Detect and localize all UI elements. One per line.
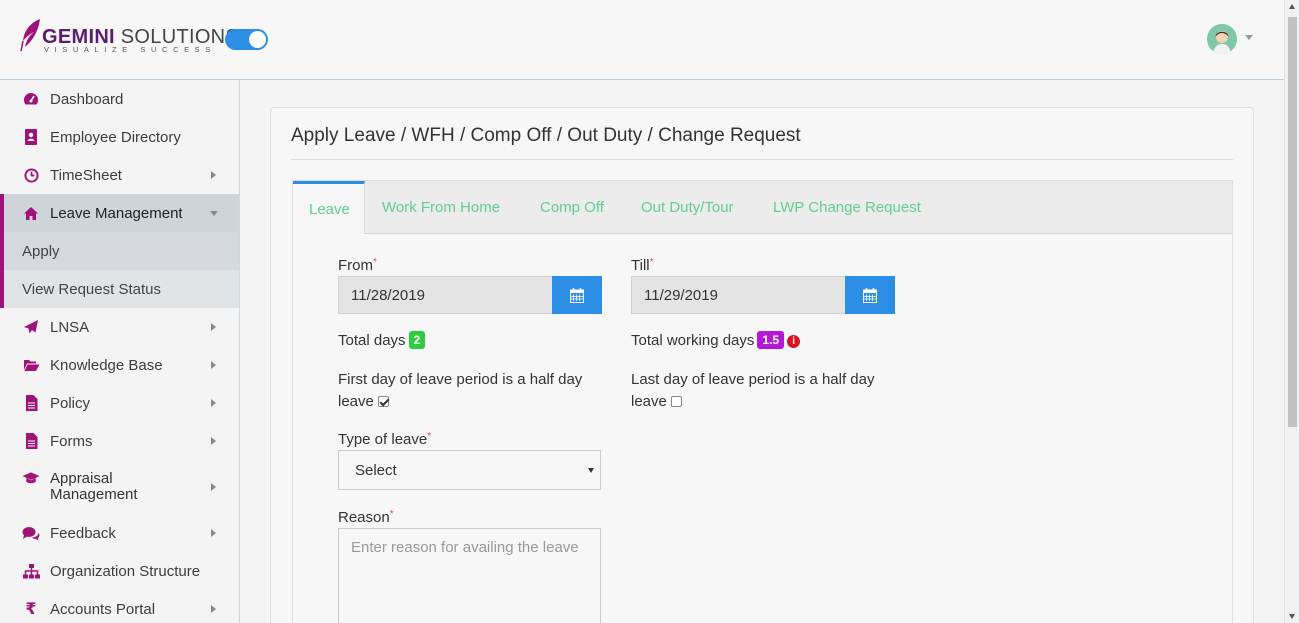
first-day-half-day-checkbox[interactable]	[377, 396, 389, 407]
dropdown-arrow-icon	[588, 468, 594, 473]
from-date-input[interactable]: 11/28/2019	[338, 276, 553, 314]
dashboard-icon	[22, 90, 40, 108]
type-of-leave-label: Type of leave*	[338, 431, 432, 448]
chevron-right-icon	[211, 361, 216, 369]
tab-lwp-change-request[interactable]: LWP Change Request	[757, 181, 937, 234]
sidebar-nav: Dashboard Employee Directory TimeSheet L…	[0, 80, 240, 623]
total-days-badge: 2	[408, 331, 426, 349]
reason-textarea[interactable]: Enter reason for availing the leave	[338, 528, 601, 623]
top-header: GEMINI SOLUTIONS VISUALIZE SUCCESS	[0, 0, 1284, 80]
chevron-right-icon	[211, 529, 216, 537]
paper-plane-icon	[22, 318, 40, 336]
total-working-days: Total working days 1.5 i	[631, 331, 801, 349]
sidebar-item-label: Knowledge Base	[50, 356, 163, 374]
sidebar-item-employee-directory[interactable]: Employee Directory	[0, 118, 239, 156]
sidebar-item-organization-structure[interactable]: Organization Structure	[0, 552, 239, 590]
total-days: Total days 2	[338, 331, 426, 349]
address-book-icon	[22, 128, 40, 146]
request-type-tabs: Leave Work From Home Comp Off Out Duty/T…	[292, 180, 1233, 235]
sidebar-item-label: Feedback	[50, 524, 116, 542]
till-label: Till*	[631, 257, 654, 274]
from-label: From*	[338, 257, 377, 274]
chevron-right-icon	[211, 483, 216, 491]
home-icon	[22, 204, 40, 222]
feather-logo-icon	[20, 19, 40, 52]
sidebar-item-label: Dashboard	[50, 90, 124, 108]
chevron-down-icon	[210, 211, 218, 216]
sidebar-item-label: Policy	[50, 394, 91, 412]
sidebar-item-feedback[interactable]: Feedback	[0, 514, 239, 552]
sidebar-item-label: Leave Management	[50, 204, 183, 222]
scroll-down-arrow-icon[interactable]	[1289, 614, 1295, 619]
chevron-right-icon	[211, 437, 216, 445]
sidebar-subitem-view-request-status[interactable]: View Request Status	[0, 270, 239, 308]
till-date-input[interactable]: 11/29/2019	[631, 276, 846, 314]
user-avatar[interactable]	[1207, 24, 1237, 54]
sidebar-item-knowledge-base[interactable]: Knowledge Base	[0, 346, 239, 384]
total-working-days-badge: 1.5	[757, 331, 785, 349]
type-of-leave-select[interactable]: Select	[338, 450, 601, 490]
comments-icon	[22, 524, 40, 542]
toggle-knob	[249, 31, 266, 48]
graduation-cap-icon	[22, 469, 40, 487]
calendar-icon	[570, 287, 584, 303]
company-logo[interactable]: GEMINI SOLUTIONS VISUALIZE SUCCESS	[20, 17, 239, 57]
sidebar-item-label: Accounts Portal	[50, 600, 156, 618]
apply-leave-card: Apply Leave / WFH / Comp Off / Out Duty …	[270, 107, 1254, 623]
sidebar-item-timesheet[interactable]: TimeSheet	[0, 156, 239, 194]
rupee-icon: ₹	[25, 601, 37, 618]
document-icon	[22, 394, 40, 412]
scroll-up-arrow-icon[interactable]	[1289, 4, 1295, 9]
tab-out-duty-tour[interactable]: Out Duty/Tour	[625, 181, 750, 234]
till-calendar-button[interactable]	[845, 276, 895, 314]
tab-leave[interactable]: Leave	[293, 181, 365, 235]
first-day-half-day: First day of leave period is a half day …	[338, 371, 583, 410]
sidebar-item-label: View Request Status	[22, 280, 161, 298]
chevron-right-icon	[211, 399, 216, 407]
last-day-half-day: Last day of leave period is a half day l…	[631, 371, 875, 410]
reason-label: Reason*	[338, 509, 394, 526]
last-day-half-day-checkbox[interactable]	[670, 396, 682, 407]
sidebar-item-label: LNSA	[50, 318, 90, 336]
sitemap-icon	[22, 562, 40, 580]
scrollbar-thumb[interactable]	[1288, 17, 1297, 427]
page-title: Apply Leave / WFH / Comp Off / Out Duty …	[291, 125, 801, 146]
user-avatar-icon	[1207, 24, 1237, 54]
sidebar-item-dashboard[interactable]: Dashboard	[0, 80, 239, 118]
theme-toggle[interactable]	[225, 29, 268, 50]
sidebar-subitem-apply[interactable]: Apply	[0, 232, 239, 270]
sidebar-item-label: Forms	[50, 432, 93, 450]
sidebar-item-policy[interactable]: Policy	[0, 384, 239, 422]
sidebar-item-label: Apply	[22, 242, 60, 260]
sidebar-item-label: Appraisal Management	[50, 470, 138, 503]
sidebar-item-appraisal-management[interactable]: Appraisal Management	[0, 460, 239, 514]
sidebar-item-label: Employee Directory	[50, 128, 181, 146]
brand-tagline: VISUALIZE SUCCESS	[44, 45, 216, 54]
sidebar-item-label: TimeSheet	[50, 166, 122, 184]
page-scrollbar[interactable]	[1284, 0, 1299, 623]
calendar-icon	[863, 287, 877, 303]
leave-form-pane: From* 11/28/2019 Till* 11/29/2019 Total …	[292, 234, 1233, 623]
sidebar-item-leave-management[interactable]: Leave Management	[0, 194, 239, 232]
clock-icon	[22, 166, 40, 184]
title-divider	[291, 159, 1233, 160]
folder-open-icon	[22, 356, 40, 374]
tab-comp-off[interactable]: Comp Off	[524, 181, 620, 234]
chevron-right-icon	[211, 323, 216, 331]
user-menu-caret-icon[interactable]	[1245, 35, 1253, 40]
tab-work-from-home[interactable]: Work From Home	[366, 181, 516, 234]
sidebar-item-label: Organization Structure	[50, 562, 201, 580]
sidebar-item-accounts-portal[interactable]: ₹ Accounts Portal	[0, 590, 239, 623]
info-icon[interactable]: i	[787, 335, 801, 348]
from-calendar-button[interactable]	[552, 276, 602, 314]
chevron-right-icon	[211, 605, 216, 613]
chevron-right-icon	[211, 171, 216, 179]
sidebar-item-lnsa[interactable]: LNSA	[0, 308, 239, 346]
sidebar-item-forms[interactable]: Forms	[0, 422, 239, 460]
form-icon	[22, 432, 40, 450]
